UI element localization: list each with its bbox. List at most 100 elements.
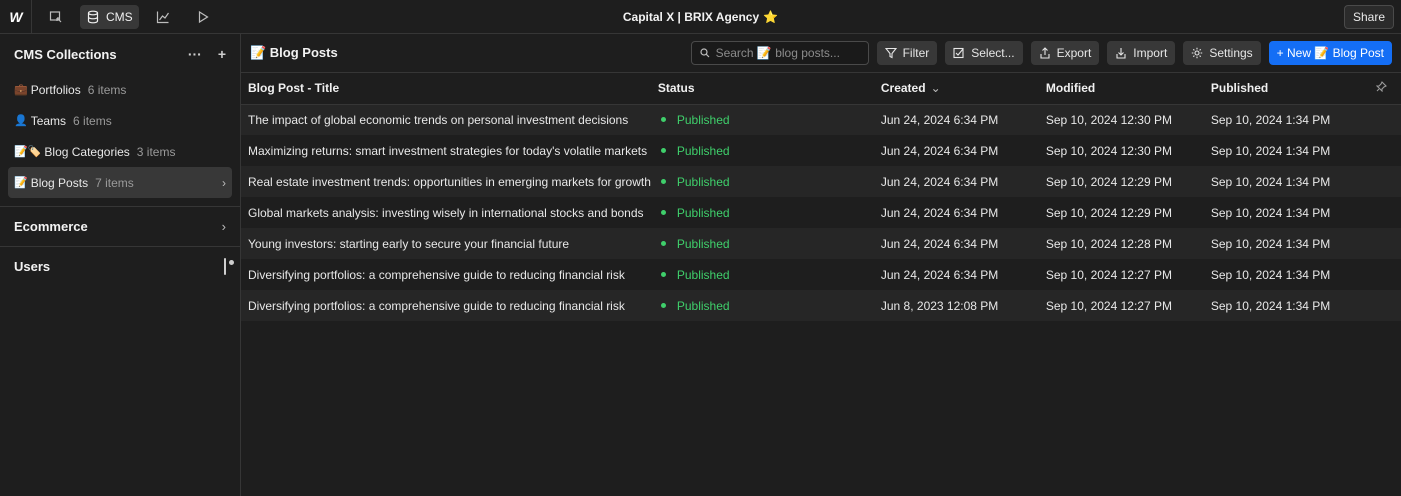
select-label: Select... — [971, 46, 1015, 60]
cell-status: Published — [651, 259, 874, 290]
sidebar-item-blog-posts[interactable]: 📝 Blog Posts 7 items › — [8, 167, 232, 198]
cell-title[interactable]: Young investors: starting early to secur… — [241, 228, 651, 259]
post-title: Global markets analysis: investing wisel… — [248, 205, 644, 220]
status-dot-icon — [660, 272, 666, 277]
settings-label: Settings — [1209, 46, 1253, 60]
filter-icon — [884, 47, 897, 59]
webflow-logo-icon[interactable]: W — [0, 0, 32, 34]
cell-title[interactable]: Maximizing returns: smart investment str… — [241, 135, 651, 166]
new-blog-post-button[interactable]: + New 📝 Blog Post — [1268, 41, 1392, 65]
cell-created: Jun 24, 2024 6:34 PM — [873, 104, 1039, 135]
share-button[interactable]: Share — [1343, 5, 1394, 29]
column-header-title[interactable]: Blog Post - Title — [241, 73, 651, 105]
sidebar-item-teams[interactable]: 👤 Teams 6 items — [0, 105, 240, 136]
cell-spacer — [1369, 259, 1401, 290]
filter-button[interactable]: Filter — [876, 41, 938, 65]
cell-title[interactable]: Diversifying portfolios: a comprehensive… — [241, 290, 651, 321]
settings-button[interactable]: Settings — [1183, 41, 1261, 65]
cell-modified: Sep 10, 2024 12:30 PM — [1038, 104, 1204, 135]
main-panel: 📝 Blog Posts Filter Select... Export Imp… — [241, 34, 1401, 496]
collection-name: Teams — [30, 113, 67, 128]
page-title: 📝 Blog Posts — [250, 45, 338, 60]
cms-tab[interactable]: CMS — [80, 4, 139, 29]
cell-modified: Sep 10, 2024 12:29 PM — [1045, 205, 1172, 220]
cell-title[interactable]: Real estate investment trends: opportuni… — [241, 166, 651, 197]
import-button[interactable]: Import — [1107, 41, 1176, 65]
table-row[interactable]: Young investors: starting early to secur… — [241, 228, 1401, 259]
pin-icon[interactable] — [1368, 73, 1401, 105]
collection-name: Portfolios — [30, 82, 81, 97]
cms-collections-header: CMS Collections ··· + — [0, 34, 240, 74]
preview-play-icon[interactable] — [187, 5, 219, 29]
cell-modified: Sep 10, 2024 12:27 PM — [1038, 290, 1204, 321]
cell-published: Sep 10, 2024 1:34 PM — [1203, 104, 1369, 135]
cell-published: Sep 10, 2024 1:34 PM — [1210, 205, 1331, 220]
cell-modified: Sep 10, 2024 12:28 PM — [1038, 228, 1204, 259]
table-row[interactable]: Maximizing returns: smart investment str… — [241, 135, 1401, 166]
status-dot-icon — [660, 210, 666, 215]
blog-posts-table: Blog Post - Title Status Created ⌄ Modifi… — [241, 73, 1401, 321]
cell-spacer — [1369, 197, 1401, 228]
table-row[interactable]: Diversifying portfolios: a comprehensive… — [241, 259, 1401, 290]
search-input[interactable] — [715, 46, 856, 60]
cell-modified: Sep 10, 2024 12:30 PM — [1045, 143, 1172, 158]
column-header-created-label: Created — [880, 81, 926, 96]
post-title: Real estate investment trends: opportuni… — [248, 174, 651, 189]
post-title: Diversifying portfolios: a comprehensive… — [248, 267, 625, 282]
cell-published: Sep 10, 2024 1:34 PM — [1210, 143, 1331, 158]
table-header-row: Blog Post - Title Status Created ⌄ Modifi… — [241, 73, 1401, 105]
cell-published: Sep 10, 2024 1:34 PM — [1203, 166, 1369, 197]
cell-title[interactable]: The impact of global economic trends on … — [241, 104, 651, 135]
ecommerce-label: Ecommerce — [14, 219, 88, 234]
table-row[interactable]: Diversifying portfolios: a comprehensive… — [241, 290, 1401, 321]
status-badge: Published — [676, 205, 730, 220]
sidebar-item-blog-categories[interactable]: 📝🏷️ Blog Categories 3 items — [0, 136, 240, 167]
sidebar-section-ecommerce[interactable]: Ecommerce › — [0, 206, 240, 246]
cell-status: Published — [650, 290, 874, 321]
cell-created: Jun 24, 2024 6:34 PM — [880, 267, 999, 282]
cms-sidebar: CMS Collections ··· + 💼 Portfolios 6 ite… — [0, 34, 241, 496]
sidebar-item-portfolios[interactable]: 💼 Portfolios 6 items — [0, 74, 240, 105]
person-icon: 👤 — [14, 115, 28, 127]
status-badge: Published — [676, 298, 730, 313]
export-button[interactable]: Export — [1030, 41, 1100, 65]
cell-published: Sep 10, 2024 1:34 PM — [1210, 267, 1331, 282]
column-header-created[interactable]: Created ⌄ — [873, 73, 1039, 105]
table-row[interactable]: The impact of global economic trends on … — [241, 104, 1401, 135]
cell-status: Published — [651, 135, 874, 166]
cell-title[interactable]: Diversifying portfolios: a comprehensive… — [241, 259, 651, 290]
post-title: Maximizing returns: smart investment str… — [248, 143, 648, 158]
sidebar-section-users[interactable]: Users — [0, 246, 240, 286]
memo-icon: 📝 — [14, 177, 28, 189]
cell-status: Published — [650, 228, 874, 259]
collection-count: 7 items — [95, 175, 134, 190]
toggle-visibility-icon[interactable] — [224, 258, 226, 275]
navigator-icon[interactable] — [40, 5, 72, 29]
column-header-status[interactable]: Status — [650, 73, 874, 105]
status-badge: Published — [676, 143, 730, 158]
cell-spacer — [1369, 135, 1401, 166]
post-title: The impact of global economic trends on … — [248, 112, 629, 127]
analytics-icon[interactable] — [147, 5, 179, 29]
search-box[interactable] — [690, 41, 869, 65]
import-icon — [1116, 48, 1126, 59]
add-collection-icon[interactable]: + — [218, 46, 226, 62]
cell-title[interactable]: Global markets analysis: investing wisel… — [241, 197, 651, 228]
cell-status: Published — [651, 197, 874, 228]
collection-name: Blog Categories — [44, 144, 130, 159]
more-options-icon[interactable]: ··· — [188, 46, 202, 62]
table-row[interactable]: Real estate investment trends: opportuni… — [241, 166, 1401, 197]
status-badge: Published — [676, 174, 730, 189]
column-header-modified[interactable]: Modified — [1038, 73, 1204, 105]
table-row[interactable]: Global markets analysis: investing wisel… — [241, 197, 1401, 228]
export-label: Export — [1056, 46, 1092, 60]
export-icon — [1040, 47, 1050, 59]
select-button[interactable]: Select... — [945, 41, 1023, 65]
column-header-published[interactable]: Published — [1203, 73, 1369, 105]
database-icon — [87, 10, 99, 23]
post-title: Young investors: starting early to secur… — [248, 236, 570, 251]
cms-tab-label: CMS — [106, 9, 133, 24]
sort-chevron-down-icon: ⌄ — [930, 81, 941, 96]
cell-created: Jun 24, 2024 6:34 PM — [880, 205, 999, 220]
cell-created: Jun 24, 2024 6:34 PM — [873, 228, 1039, 259]
